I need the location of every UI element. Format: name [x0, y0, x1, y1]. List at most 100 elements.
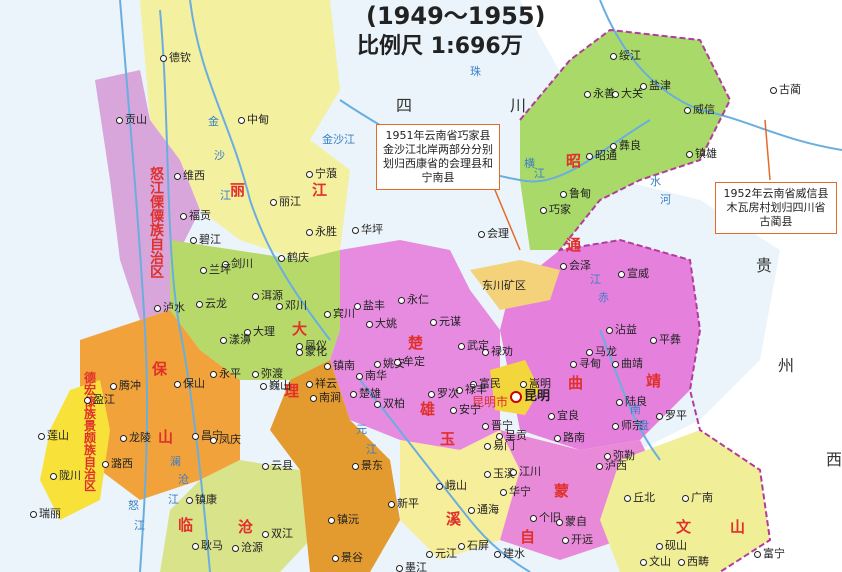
county-seat-marker: [306, 380, 313, 388]
county-label: 马龙: [586, 346, 617, 357]
county-seat-marker: [324, 310, 331, 318]
county-name: 华宁: [509, 485, 531, 498]
county-seat-marker: [754, 550, 761, 558]
region-guizhou-gui: 贵: [756, 256, 773, 275]
county-name: 镇雄: [695, 147, 717, 160]
county-label: 蒙自: [556, 516, 587, 527]
county-name: 丽江: [279, 195, 301, 208]
county-name: 宾川: [333, 307, 355, 320]
county-label: 泸水: [154, 302, 185, 313]
district-dali-da: 大: [292, 320, 308, 338]
county-label: 晋宁: [482, 420, 513, 431]
county-label: 永平: [210, 368, 241, 379]
county-name: 镇沅: [337, 513, 359, 526]
county-seat-marker: [430, 318, 437, 326]
county-seat-marker: [328, 516, 335, 524]
river-label: 沙: [214, 149, 225, 162]
county-label: 西畴: [678, 556, 709, 567]
county-name: 双柏: [383, 397, 405, 410]
county-name: 宁蒗: [315, 167, 337, 180]
county-seat-marker: [252, 292, 259, 300]
county-name: 剑川: [231, 257, 253, 270]
county-name: 福贡: [189, 209, 211, 222]
county-name: 蒙自: [565, 515, 587, 528]
county-seat-marker: [596, 462, 603, 470]
county-name: 富宁: [763, 547, 785, 560]
county-name: 文山: [649, 555, 671, 568]
county-label: 南涧: [310, 392, 341, 403]
county-seat-marker: [200, 266, 207, 274]
county-name: 巍山: [269, 379, 291, 392]
county-seat-marker: [656, 542, 663, 550]
county-seat-marker: [484, 470, 491, 478]
county-seat-marker: [192, 432, 199, 440]
county-seat-marker: [296, 348, 303, 356]
county-name: 邓川: [285, 299, 307, 312]
county-label: 双江: [262, 528, 293, 539]
county-label: 砚山: [656, 540, 687, 551]
county-label: 邓川: [276, 300, 307, 311]
county-seat-marker: [260, 382, 267, 390]
county-seat-marker: [38, 432, 45, 440]
county-label: 弥渡: [252, 368, 283, 379]
district-yuxi-yu: 玉: [440, 430, 456, 448]
county-label: 镇沅: [328, 514, 359, 525]
county-seat-marker: [640, 558, 647, 566]
county-label: 瑞丽: [30, 508, 61, 519]
river-label: 江: [366, 443, 377, 456]
county-seat-marker: [624, 494, 631, 502]
county-seat-marker: [640, 82, 647, 90]
county-seat-marker: [548, 412, 555, 420]
county-label: 牟定: [394, 356, 425, 367]
county-label: 华坪: [352, 224, 383, 235]
county-name: 通海: [477, 503, 499, 516]
county-seat-marker: [394, 358, 401, 366]
county-name: 中甸: [247, 113, 269, 126]
county-label: 永仁: [398, 294, 429, 305]
county-label: 泸西: [596, 460, 627, 471]
county-label: 易门: [484, 440, 515, 451]
county-label: 鲁甸: [560, 188, 591, 199]
county-seat-marker: [458, 342, 465, 350]
county-name: 腾冲: [119, 379, 141, 392]
county-label: 禄劝: [482, 346, 513, 357]
county-seat-marker: [482, 422, 489, 430]
district-mengzi-zi: 自: [520, 528, 536, 546]
county-label: 威信: [684, 104, 715, 115]
county-label: 禄丰: [456, 384, 487, 395]
county-seat-marker: [770, 86, 777, 94]
county-seat-marker: [388, 500, 395, 508]
district-baoshan-shan: 山: [158, 428, 174, 446]
map-title: (1949～1955): [366, 2, 546, 30]
district-wenshan-shan: 山: [730, 518, 746, 536]
county-seat-marker: [586, 348, 593, 356]
county-label: 景东: [352, 460, 383, 471]
county-name: 德钦: [169, 51, 191, 64]
river-label: 河: [660, 193, 671, 206]
county-seat-marker: [584, 90, 591, 98]
district-lijiang-jiang: 江: [312, 181, 328, 199]
county-label: 丘北: [624, 492, 655, 503]
county-seat-marker: [366, 320, 373, 328]
county-seat-marker: [612, 90, 619, 98]
county-seat-marker: [500, 488, 507, 496]
county-label: 昭通: [586, 150, 617, 161]
county-seat-marker: [374, 400, 381, 408]
county-seat-marker: [102, 460, 109, 468]
county-label: 祥云: [306, 378, 337, 389]
county-name: 碧江: [199, 233, 221, 246]
county-seat-marker: [560, 262, 567, 270]
county-seat-marker: [612, 360, 619, 368]
river-label: 江: [590, 273, 601, 286]
county-name: 永仁: [407, 293, 429, 306]
county-name: 元江: [435, 547, 457, 560]
county-seat-marker: [324, 362, 331, 370]
county-name: 龙陵: [129, 431, 151, 444]
county-name: 马龙: [595, 345, 617, 358]
county-label: 福贡: [180, 210, 211, 221]
county-label: 罗次: [428, 388, 459, 399]
county-name: 建水: [503, 547, 525, 560]
county-seat-marker: [192, 542, 199, 550]
region-sichuan-si: 四: [396, 96, 413, 115]
county-seat-marker: [494, 550, 501, 558]
